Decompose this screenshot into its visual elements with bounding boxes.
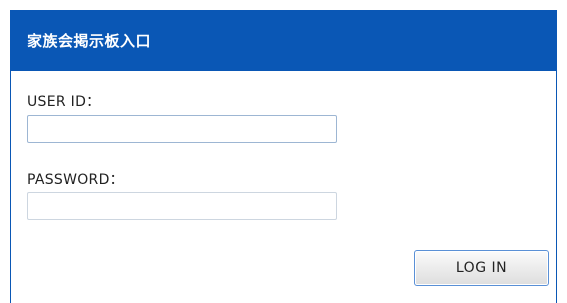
password-input[interactable] xyxy=(27,192,337,220)
user-id-input[interactable] xyxy=(27,115,337,143)
page-title: 家族会掲示板入口 xyxy=(27,32,152,50)
login-panel: 家族会掲示板入口 USER ID： PASSWORD： LOG IN xyxy=(10,10,557,303)
panel-header: 家族会掲示板入口 xyxy=(11,10,556,71)
user-id-label: USER ID： xyxy=(27,94,101,110)
login-button[interactable]: LOG IN xyxy=(414,250,549,286)
password-label: PASSWORD： xyxy=(27,172,124,188)
